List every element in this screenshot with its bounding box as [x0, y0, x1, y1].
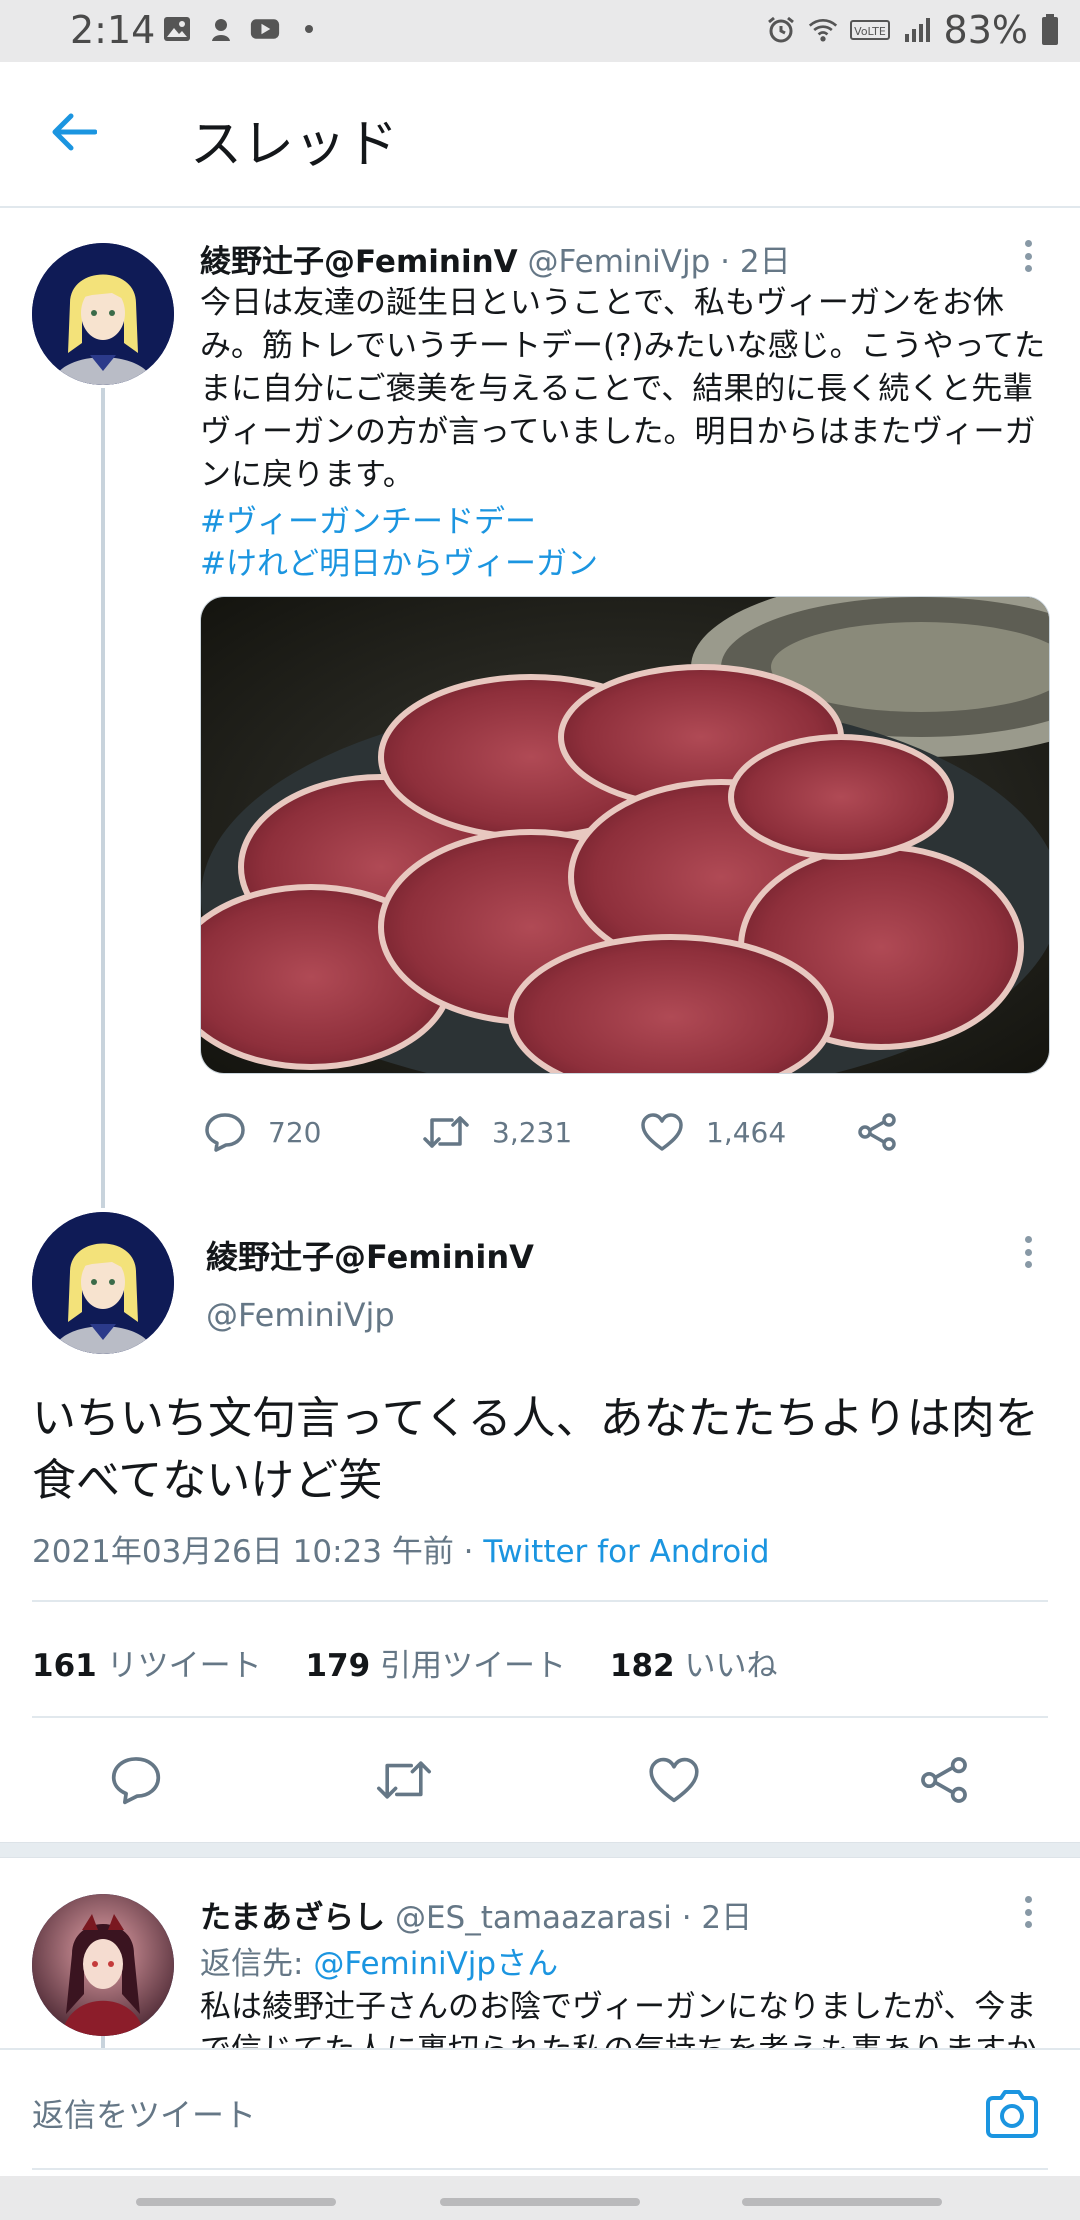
camera-button[interactable]: [982, 2086, 1042, 2142]
retweet-button[interactable]: [374, 1750, 434, 1810]
reply-to-label: 返信先:: [200, 1946, 314, 1982]
hashtag-link[interactable]: #けれど明日からヴィーガン: [200, 538, 598, 583]
retweet-button[interactable]: 3,231: [422, 1102, 572, 1162]
nav-back-button[interactable]: [742, 2198, 942, 2206]
heart-icon: [649, 1757, 699, 1803]
avatar[interactable]: [32, 243, 174, 385]
handle[interactable]: @FeminiVjp: [206, 1296, 395, 1334]
composer-underline: [32, 2168, 1048, 2170]
status-notification-icons: [162, 14, 324, 44]
retweet-count: 161: [32, 1648, 97, 1684]
share-button[interactable]: [914, 1750, 974, 1810]
tweet-header: たまあざらし @ES_tamaazarasi · 2日: [200, 1892, 752, 1937]
reply-context: 返信先: @FeminiVjpさん: [200, 1938, 558, 1983]
share-icon: [858, 1113, 896, 1151]
reply-composer: 返信をツイート: [0, 2048, 1080, 2176]
avatar[interactable]: [32, 1894, 174, 2036]
display-name[interactable]: 綾野辻子@FemininV: [206, 1232, 534, 1278]
nav-recents-button[interactable]: [136, 2198, 336, 2206]
share-icon: [921, 1757, 967, 1803]
more-options-icon[interactable]: [1008, 1892, 1048, 1932]
section-separator: [0, 1842, 1080, 1858]
tweet-header: 綾野辻子@FemininV @FeminiVjp · 2日: [200, 236, 791, 281]
reply-count: 720: [268, 1115, 322, 1149]
status-bar: 2:14 VoLTE 83%: [0, 0, 1080, 62]
like-count: 182: [609, 1648, 675, 1684]
handle[interactable]: @ES_tamaazarasi: [395, 1900, 672, 1936]
dot-icon: [294, 14, 324, 44]
reply-icon: [111, 1757, 161, 1805]
more-options-icon[interactable]: [1008, 1232, 1048, 1272]
headset-icon: [206, 14, 236, 44]
svg-text:VoLTE: VoLTE: [854, 25, 886, 38]
like-button[interactable]: 1,464: [640, 1102, 786, 1162]
more-options-icon[interactable]: [1008, 236, 1048, 276]
reply-button[interactable]: 720: [204, 1102, 321, 1162]
quote-stat[interactable]: 179 引用ツイート: [305, 1648, 566, 1684]
divider: [32, 1716, 1048, 1718]
volte-icon: VoLTE: [849, 15, 890, 45]
youtube-icon: [250, 14, 280, 44]
tweet-text: 私は綾野辻子さんのお陰でヴィーガンになりましたが、今まで信じてた人に裏切られた私…: [200, 1989, 1037, 2048]
alarm-icon: [766, 15, 796, 45]
retweet-label: リツイート: [106, 1648, 262, 1684]
page-title: スレッド: [190, 115, 399, 175]
reply-button[interactable]: [106, 1750, 166, 1810]
like-button[interactable]: [644, 1750, 704, 1810]
like-label: いいね: [684, 1648, 778, 1684]
image-icon: [162, 14, 192, 44]
tweet-text: いちいち文句言ってくる人、あなたたちよりは肉を食べてないけど笑: [32, 1393, 1039, 1506]
battery-percent: 83%: [943, 8, 1028, 52]
timestamp: · 2日: [681, 1900, 753, 1936]
retweet-count: 3,231: [492, 1115, 573, 1149]
mention-link[interactable]: @FeminiVjpさん: [313, 1946, 558, 1982]
display-name[interactable]: 綾野辻子@FemininV: [200, 244, 518, 280]
thread-connector-line: [101, 388, 105, 1208]
back-button[interactable]: [44, 102, 104, 162]
system-nav-bar: [0, 2176, 1080, 2220]
reply-icon: [205, 1113, 245, 1152]
retweet-stat[interactable]: 161 リツイート: [32, 1648, 262, 1684]
tweet-actions: 720 3,231 1,464: [200, 1102, 1050, 1162]
client-link[interactable]: Twitter for Android: [483, 1534, 769, 1570]
focused-tweet-actions: [0, 1740, 1080, 1820]
nav-home-button[interactable]: [440, 2198, 640, 2206]
thread-header: スレッド: [0, 62, 1080, 208]
retweet-icon: [423, 1116, 469, 1148]
share-button[interactable]: [856, 1102, 898, 1162]
engagement-stats: 161 リツイート 179 引用ツイート 182 いいね: [32, 1640, 811, 1685]
camera-icon: [986, 2090, 1038, 2138]
timestamp: 2021年03月26日 10:23 午前 ·: [32, 1534, 484, 1570]
timestamp: · 2日: [720, 244, 791, 280]
battery-icon: [1040, 14, 1060, 45]
display-name[interactable]: たまあざらし: [200, 1900, 385, 1936]
divider: [32, 1600, 1048, 1602]
handle[interactable]: @FeminiVjp: [528, 244, 711, 280]
like-count: 1,464: [706, 1115, 787, 1149]
hashtag-link[interactable]: #ヴィーガンチードデー: [200, 496, 536, 541]
status-time: 2:14: [70, 8, 156, 52]
wifi-icon: [808, 15, 838, 45]
tweet-text: 今日は友達の誕生日ということで、私もヴィーガンをお休み。筋トレでいうチートデー(…: [200, 285, 1046, 493]
back-arrow-icon: [52, 113, 97, 151]
signal-icon: [902, 15, 932, 45]
reply-input[interactable]: 返信をツイート: [32, 2090, 256, 2136]
tweet-photo[interactable]: [200, 596, 1050, 1074]
status-system-icons: VoLTE 83%: [766, 8, 1060, 52]
tweet-timestamp-row: 2021年03月26日 10:23 午前 · Twitter for Andro…: [32, 1526, 770, 1571]
quote-label: 引用ツイート: [380, 1648, 567, 1684]
like-stat[interactable]: 182 いいね: [610, 1648, 778, 1684]
heart-icon: [641, 1113, 683, 1151]
quote-count: 179: [305, 1648, 371, 1684]
retweet-icon: [377, 1761, 431, 1799]
avatar[interactable]: [32, 1212, 174, 1354]
